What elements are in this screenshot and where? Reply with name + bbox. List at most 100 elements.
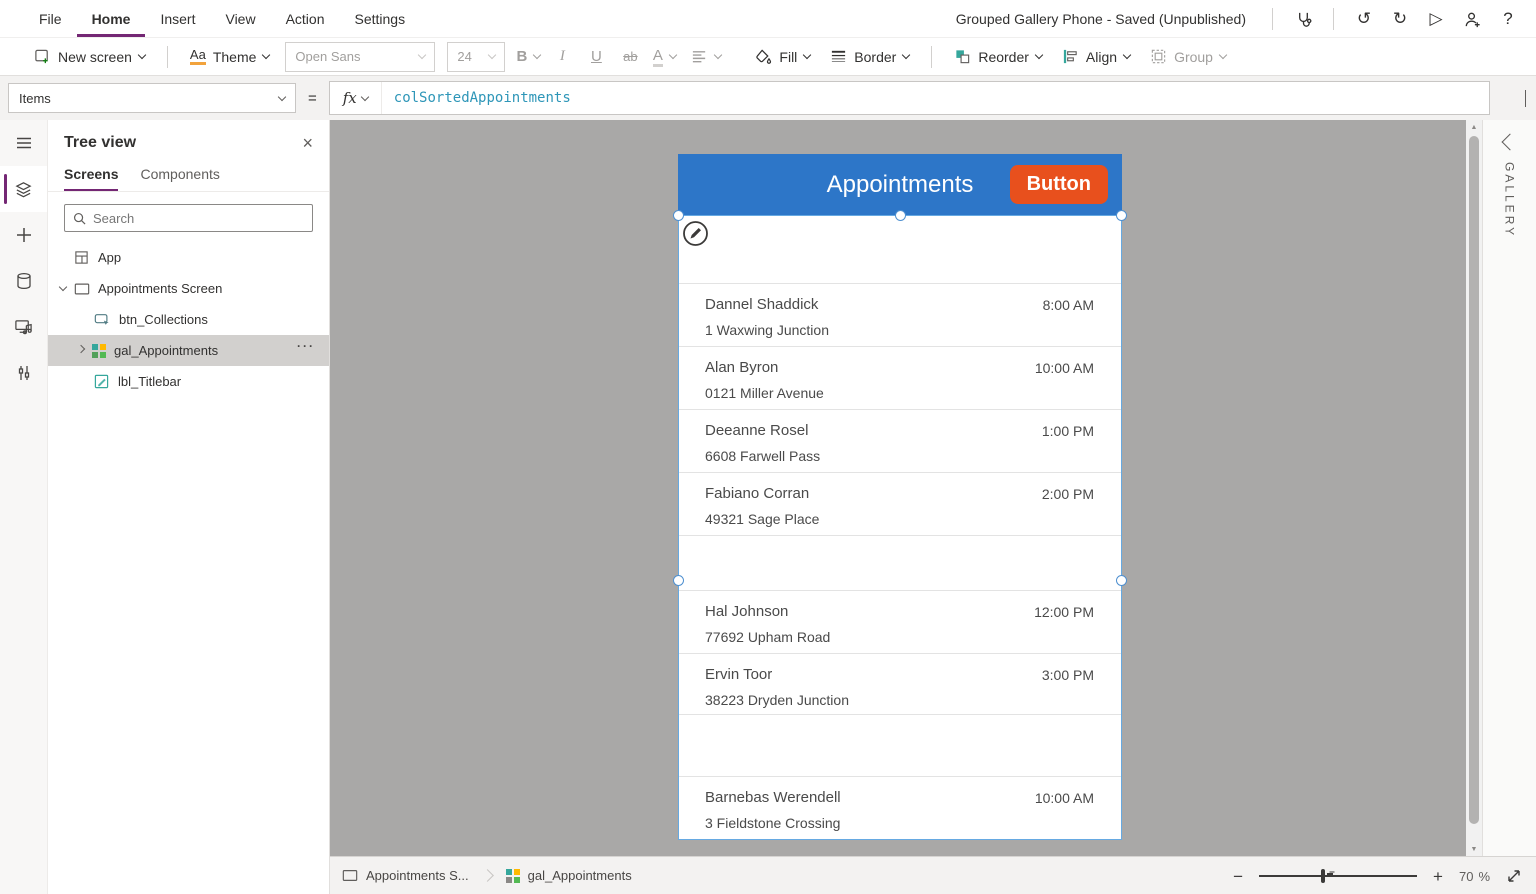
fit-to-window-icon[interactable] [1506, 868, 1522, 884]
underline-button[interactable]: U [579, 42, 613, 72]
gallery-control-icon [92, 344, 106, 358]
gallery-control-icon [506, 869, 520, 883]
app-icon [74, 250, 89, 265]
font-color-button[interactable]: A [647, 42, 681, 72]
theme-icon: Aa [190, 48, 206, 65]
formula-input[interactable]: fx colSortedAppointments [329, 81, 1490, 115]
scroll-up-icon[interactable]: ▲ [1466, 120, 1482, 134]
menu-item-action[interactable]: Action [271, 0, 340, 37]
tree-item-btn-collections[interactable]: btn_Collections [48, 304, 329, 335]
insert-plus-icon[interactable] [0, 212, 47, 258]
selection-handle[interactable] [1116, 210, 1127, 221]
font-size-select[interactable]: 24 [447, 42, 505, 72]
zoom-in-button[interactable]: + [1433, 868, 1443, 885]
status-bar: Appointments S... gal_Appointments − + 7… [330, 856, 1536, 894]
appointment-row[interactable]: Ervin Toor 38223 Dryden Junction 3:00 PM [678, 653, 1122, 714]
preview-play-icon[interactable]: ▷ [1418, 3, 1454, 35]
more-options-icon[interactable]: ··· [297, 339, 315, 353]
reorder-button[interactable]: Reorder [944, 42, 1052, 72]
chevron-right-icon[interactable] [77, 345, 85, 353]
appointments-gallery[interactable]: Dannel Shaddick 1 Waxwing Junction 8:00 … [678, 215, 1122, 840]
fx-dropdown[interactable]: fx [330, 82, 382, 114]
font-family-select[interactable]: Open Sans [285, 42, 435, 72]
appointment-row[interactable]: Barnebas Werendell 3 Fieldstone Crossing… [678, 776, 1122, 840]
properties-panel-collapsed[interactable]: GALLERY [1482, 120, 1536, 856]
appointment-row[interactable]: Alan Byron 0121 Miller Avenue 10:00 AM [678, 346, 1122, 409]
search-icon [73, 212, 86, 225]
zoom-slider[interactable] [1259, 869, 1417, 883]
collections-button[interactable]: Button [1010, 165, 1108, 204]
zoom-controls: − + 70% [1233, 857, 1522, 894]
tree-view-icon[interactable] [0, 166, 47, 212]
selection-handle[interactable] [673, 575, 684, 586]
hamburger-menu-icon[interactable] [0, 120, 47, 166]
tab-screens[interactable]: Screens [64, 162, 118, 191]
menu-item-home[interactable]: Home [77, 0, 146, 37]
redo-icon[interactable]: ↻ [1382, 3, 1418, 35]
tree-item-lbl-titlebar[interactable]: lbl_Titlebar [48, 366, 329, 397]
appointment-row[interactable]: Hal Johnson 77692 Upham Road 12:00 PM [678, 590, 1122, 653]
search-box[interactable] [64, 204, 313, 232]
reorder-label: Reorder [978, 49, 1029, 65]
menu-item-view[interactable]: View [210, 0, 270, 37]
equals-sign: = [308, 90, 317, 107]
italic-button[interactable]: I [545, 42, 579, 72]
advanced-tools-icon[interactable] [0, 350, 47, 396]
tree-item-app[interactable]: App [48, 242, 329, 273]
appointment-time: 2:00 PM [1042, 486, 1094, 502]
scrollbar-thumb[interactable] [1469, 136, 1479, 824]
theme-button[interactable]: Aa Theme [180, 42, 279, 72]
menu-item-insert[interactable]: Insert [145, 0, 210, 37]
undo-icon[interactable]: ↺ [1346, 3, 1382, 35]
menu-item-settings[interactable]: Settings [340, 0, 421, 37]
breadcrumb-control[interactable]: gal_Appointments [494, 857, 644, 894]
appointment-row[interactable]: Fabiano Corran 49321 Sage Place 2:00 PM [678, 472, 1122, 535]
app-title[interactable]: Appointments [827, 171, 974, 199]
app-checker-icon[interactable] [1285, 3, 1321, 35]
formula-bar-expand-icon[interactable] [1525, 90, 1526, 106]
share-person-icon[interactable] [1454, 3, 1490, 35]
group-button[interactable]: Group [1140, 42, 1236, 72]
tree-item-gal-appointments[interactable]: gal_Appointments ··· [48, 335, 329, 366]
selection-handle[interactable] [895, 210, 906, 221]
edit-gallery-pencil-icon[interactable] [682, 220, 709, 247]
data-sources-icon[interactable] [0, 258, 47, 304]
align-button[interactable]: Align [1052, 42, 1140, 72]
divider [1272, 8, 1273, 30]
appointment-row[interactable]: Dannel Shaddick 1 Waxwing Junction 8:00 … [678, 283, 1122, 346]
toolbar: New screen Aa Theme Open Sans 24 B I U a… [0, 38, 1536, 76]
media-icon[interactable] [0, 304, 47, 350]
breadcrumb-screen[interactable]: Appointments S... [330, 857, 481, 894]
appointment-time: 10:00 AM [1035, 360, 1094, 376]
border-button[interactable]: Border [820, 42, 919, 72]
tree-item-appointments-screen[interactable]: Appointments Screen [48, 273, 329, 304]
divider [931, 46, 932, 68]
text-align-button[interactable] [681, 42, 731, 72]
strikethrough-button[interactable]: ab [613, 42, 647, 72]
close-icon[interactable]: × [302, 134, 313, 152]
tab-components[interactable]: Components [140, 162, 219, 191]
zoom-out-button[interactable]: − [1233, 868, 1243, 885]
scroll-down-icon[interactable]: ▼ [1466, 842, 1482, 856]
tree-view-title: Tree view [64, 134, 136, 152]
bold-button[interactable]: B [511, 42, 545, 72]
fill-button[interactable]: Fill [745, 42, 820, 72]
border-label: Border [854, 49, 896, 65]
appointment-row[interactable]: Deeanne Rosel 6608 Farwell Pass 1:00 PM [678, 409, 1122, 472]
formula-text[interactable]: colSortedAppointments [382, 82, 571, 114]
new-screen-button[interactable]: New screen [24, 42, 155, 72]
zoom-percentage: 70% [1459, 869, 1490, 884]
design-canvas[interactable]: Appointments Button Dannel Shaddick 1 Wa… [330, 120, 1466, 856]
appointment-name: Ervin Toor [705, 666, 1094, 683]
zoom-slider-thumb[interactable] [1321, 869, 1325, 883]
selection-handle[interactable] [1116, 575, 1127, 586]
menu-item-file[interactable]: File [24, 0, 77, 37]
search-input[interactable] [93, 211, 304, 226]
document-title: Grouped Gallery Phone - Saved (Unpublish… [956, 11, 1246, 27]
app-title-bar[interactable]: Appointments Button [678, 154, 1122, 215]
property-selector[interactable]: Items [8, 83, 296, 113]
chevron-down-icon[interactable] [59, 283, 67, 291]
help-icon[interactable]: ? [1490, 3, 1526, 35]
canvas-scrollbar[interactable]: ▲ ▼ [1466, 120, 1482, 856]
expand-panel-chevron-icon[interactable] [1501, 134, 1518, 151]
